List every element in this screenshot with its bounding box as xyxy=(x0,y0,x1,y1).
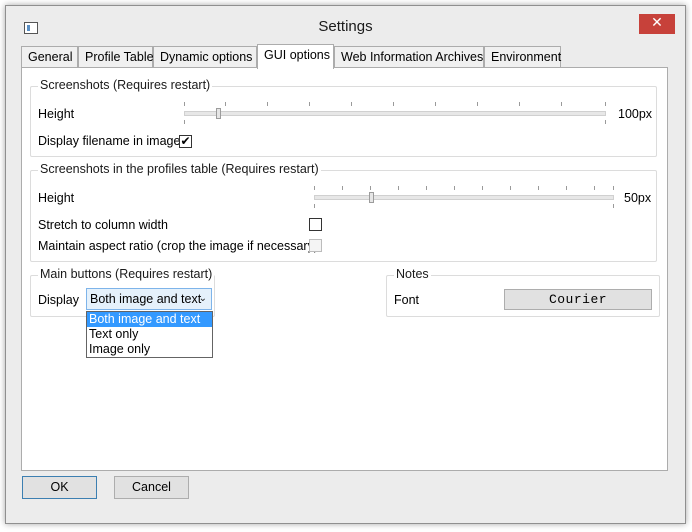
title-bar[interactable]: Settings ✕ xyxy=(6,6,685,42)
tab-dynamic-options[interactable]: Dynamic options xyxy=(153,46,257,68)
tab-general[interactable]: General xyxy=(21,46,78,68)
chevron-down-icon: ⌄ xyxy=(198,293,207,304)
checkmark-icon: ✔ xyxy=(180,134,191,148)
notes-group: Notes Font Courier xyxy=(386,267,660,317)
font-label: Font xyxy=(394,293,420,307)
ok-button[interactable]: OK xyxy=(22,476,97,499)
display-dropdown-list: Both image and text Text only Image only xyxy=(86,311,213,358)
close-icon: ✕ xyxy=(651,15,663,31)
gui-options-panel: Screenshots (Requires restart) Height 10… xyxy=(21,67,668,471)
profiles-screenshots-group-title: Screenshots in the profiles table (Requi… xyxy=(38,162,321,176)
display-filename-checkbox[interactable]: ✔ xyxy=(179,135,192,148)
profiles-height-label: Height xyxy=(38,191,75,205)
settings-window: Settings ✕ General Profile Table Dynamic… xyxy=(5,5,686,524)
screenshots-height-slider-thumb[interactable] xyxy=(215,108,221,119)
profiles-height-value: 50px xyxy=(624,191,652,205)
main-buttons-group-title: Main buttons (Requires restart) xyxy=(38,267,215,281)
display-select[interactable]: Both image and text ⌄ xyxy=(86,288,212,310)
profiles-height-slider-thumb[interactable] xyxy=(369,192,374,203)
tab-gui-options[interactable]: GUI options xyxy=(257,44,334,69)
display-filename-label: Display filename in image xyxy=(38,134,181,148)
profiles-screenshots-group: Screenshots in the profiles table (Requi… xyxy=(30,162,657,262)
screenshots-height-label: Height xyxy=(38,107,75,121)
maintain-aspect-label: Maintain aspect ratio (crop the image if… xyxy=(38,239,318,253)
tab-environment[interactable]: Environment xyxy=(484,46,561,68)
screenshots-group: Screenshots (Requires restart) Height 10… xyxy=(30,78,657,157)
tab-profile-table[interactable]: Profile Table xyxy=(78,46,154,68)
notes-group-title: Notes xyxy=(394,267,431,281)
profiles-height-slider[interactable] xyxy=(314,195,614,200)
screenshots-height-value: 100px xyxy=(618,107,653,121)
stretch-column-checkbox[interactable] xyxy=(309,218,322,231)
stretch-column-label: Stretch to column width xyxy=(38,218,168,232)
display-option-text-only[interactable]: Text only xyxy=(87,327,212,342)
maintain-aspect-checkbox[interactable] xyxy=(309,239,322,252)
screenshots-group-title: Screenshots (Requires restart) xyxy=(38,78,213,92)
display-option-image-only[interactable]: Image only xyxy=(87,342,212,357)
close-button[interactable]: ✕ xyxy=(639,14,675,34)
screenshots-height-slider[interactable] xyxy=(184,111,606,116)
tab-web-information-archives[interactable]: Web Information Archives xyxy=(334,46,484,68)
font-button[interactable]: Courier xyxy=(504,289,652,310)
display-label: Display xyxy=(38,293,79,307)
window-title: Settings xyxy=(318,18,373,35)
display-option-both[interactable]: Both image and text xyxy=(87,312,212,327)
display-select-value: Both image and text xyxy=(90,292,202,306)
cancel-button[interactable]: Cancel xyxy=(114,476,189,499)
